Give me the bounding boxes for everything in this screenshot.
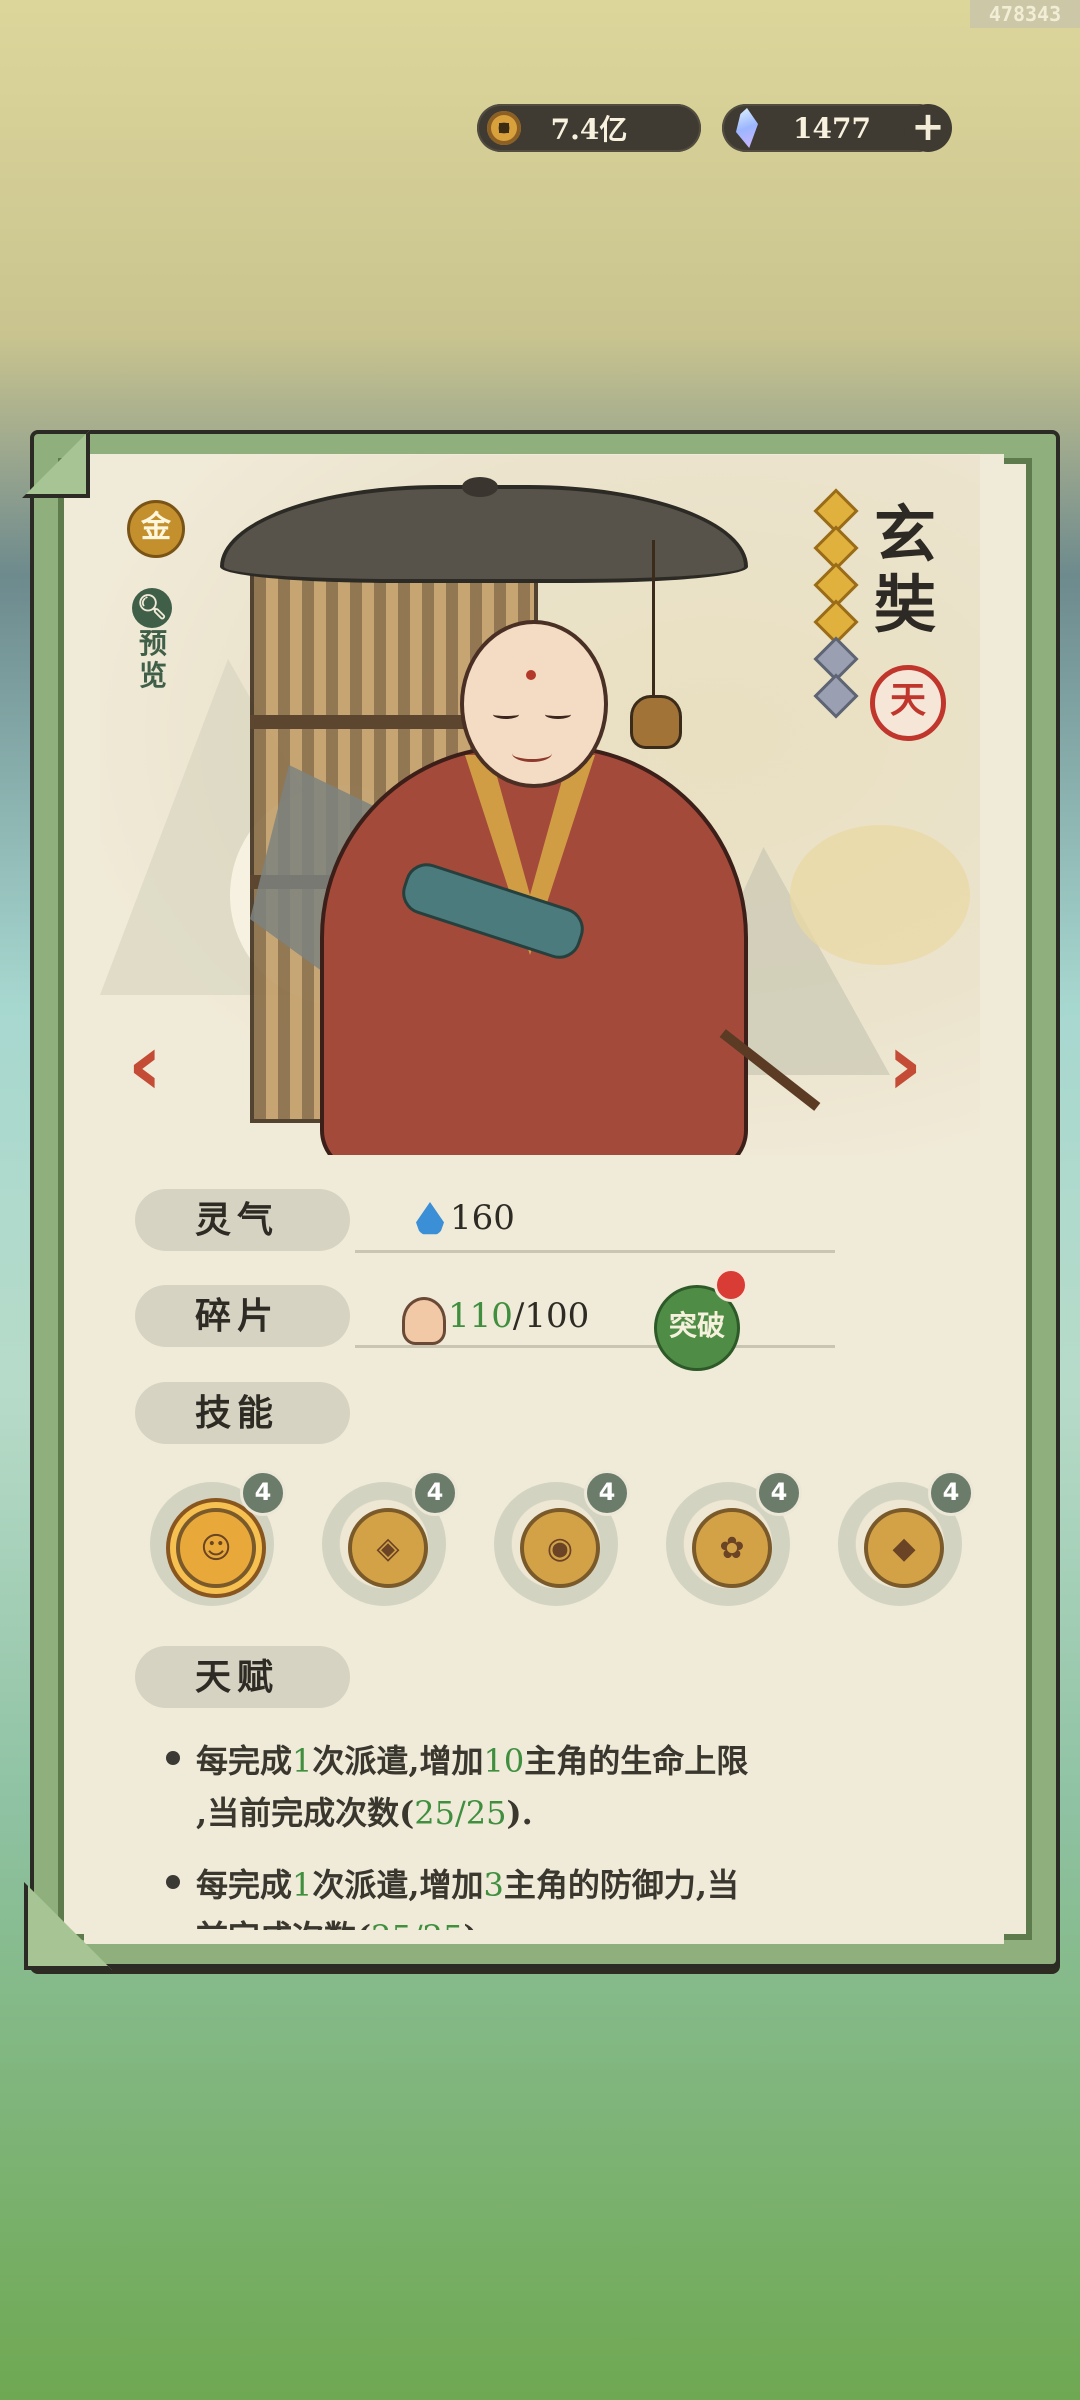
monk-smile [512,745,552,762]
hero-shard-icon [402,1297,446,1345]
monk-eye-right [545,710,571,719]
stat-divider [355,1250,835,1253]
tree-foliage [790,825,970,965]
talent-line: ,当前完成次数(25/25). [196,1794,533,1832]
prev-hero-arrow[interactable]: ‹ [120,1022,170,1108]
star-filled-icon [817,492,855,530]
crystal-balance[interactable]: 1477 + [722,104,952,152]
rarity-badge: 金 [127,500,185,558]
talent-line: 前完成次数(25/25). [196,1911,880,1930]
lamp-string [652,540,655,700]
talent-label: 天赋 [135,1646,350,1708]
tier-seal: 天 [870,665,946,741]
talent-line: 每完成1次派遣,增加3主角的防御力,当 [196,1866,740,1904]
talent-line: 每完成1次派遣,增加10主角的生命上限 [196,1742,749,1780]
talent-item: 每完成1次派遣,增加10主角的生命上限 ,当前完成次数(25/25). [160,1735,880,1839]
coin-value: 7.4亿 [550,113,628,146]
umbrella [220,485,748,583]
preview-button-label[interactable]: 预览 [137,628,169,692]
star-filled-icon [817,529,855,567]
umbrella-top [462,477,498,497]
hero-name: 玄奘 [873,498,936,641]
skill-label: 技能 [135,1382,350,1444]
forehead-dot [526,670,536,680]
skill-slot-pot[interactable]: ◉ 4 [494,1470,630,1606]
preview-magnifier-icon[interactable]: 🔍︎ [132,588,172,628]
hanging-lamp [630,695,682,749]
star-rating [817,492,855,720]
skill-level-badge: 4 [756,1470,802,1516]
sheep-icon: ✿ [692,1508,772,1588]
add-crystal-button[interactable]: + [904,104,952,152]
fragment-label: 碎片 [135,1285,350,1347]
star-empty-icon [817,640,855,678]
notification-dot [714,1268,748,1302]
fragment-required: /100 [512,1296,590,1336]
coin-balance[interactable]: 7.4亿 [477,104,701,152]
fragment-current: 110 [448,1296,513,1336]
skill-slot-chicken[interactable]: ◈ 4 [322,1470,458,1606]
skill-slot-hero-portrait[interactable]: ☺ 4 [150,1470,286,1606]
skill-slot-cat[interactable]: ◆ 4 [838,1470,974,1606]
skill-level-badge: 4 [584,1470,630,1516]
hero-portrait-icon: ☺ [176,1508,256,1588]
monk-head [460,620,608,788]
spirit-label: 灵气 [135,1189,350,1251]
star-filled-icon [817,566,855,604]
pot-icon: ◉ [520,1508,600,1588]
chicken-icon: ◈ [348,1508,428,1588]
skill-level-badge: 4 [240,1470,286,1516]
talent-list: 每完成1次派遣,增加10主角的生命上限 ,当前完成次数(25/25). 每完成1… [160,1735,880,1930]
monk-eye-left [493,710,519,719]
cat-icon: ◆ [864,1508,944,1588]
spirit-value: 160 [450,1198,515,1238]
next-hero-arrow[interactable]: › [880,1022,930,1108]
watermark-id: 478343 [970,0,1080,28]
skill-level-badge: 4 [412,1470,458,1516]
talent-item: 每完成1次派遣,增加3主角的防御力,当 前完成次数(25/25). [160,1859,880,1930]
star-empty-icon [817,677,855,715]
fragment-progress: 110/100 [448,1296,589,1336]
stat-divider [355,1345,835,1348]
star-filled-icon [817,603,855,641]
skill-slot-sheep[interactable]: ✿ 4 [666,1470,802,1606]
skill-level-badge: 4 [928,1470,974,1516]
